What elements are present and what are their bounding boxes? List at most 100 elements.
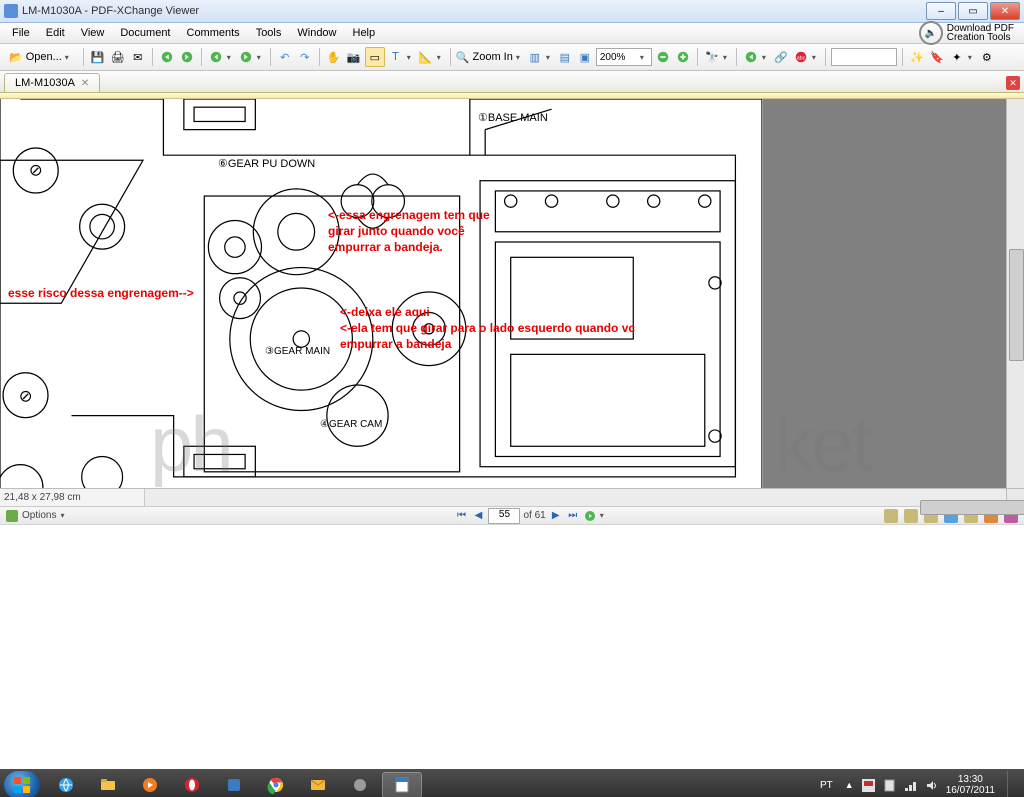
menu-edit[interactable]: Edit (38, 25, 73, 41)
show-desktop-button[interactable] (1007, 771, 1016, 797)
find-button[interactable]: 🔭 (703, 48, 721, 66)
tray-chevron-up-icon[interactable]: ▲ (845, 780, 854, 790)
zoom-out-round-button[interactable] (654, 48, 672, 66)
select-tool-button[interactable]: ▭ (365, 47, 385, 67)
action-center-icon[interactable] (883, 779, 896, 792)
page-number-input[interactable]: 55 (488, 508, 520, 524)
email-button[interactable]: ✉ (129, 48, 147, 66)
maximize-button[interactable]: ▭ (958, 2, 988, 20)
undo-button[interactable] (158, 48, 176, 66)
tool-d[interactable]: ⚙ (978, 48, 996, 66)
menu-comments[interactable]: Comments (179, 25, 248, 41)
hand-tool-button[interactable]: ✋ (325, 48, 343, 66)
tool-a[interactable]: ✨ (908, 48, 926, 66)
workspace: ⊘ ⊘ (0, 99, 1024, 488)
annotation-top: <-essa engrenagem tem que girar junto qu… (328, 207, 490, 255)
zoom-in-button[interactable]: 🔍 Zoom In ▾ (456, 51, 524, 64)
close-button[interactable]: ✕ (990, 2, 1020, 20)
chevron-down-icon[interactable]: ▾ (407, 53, 415, 62)
menu-window[interactable]: Window (289, 25, 344, 41)
page-view[interactable]: ⊘ ⊘ (0, 99, 763, 488)
taskbar-app-a[interactable] (214, 772, 254, 797)
menu-view[interactable]: View (73, 25, 113, 41)
window-buttons: – ▭ ✕ (926, 2, 1020, 20)
camera-icon: 📷 (347, 51, 361, 64)
actual-size-button[interactable]: ▤ (556, 48, 574, 66)
nav-round-button[interactable] (583, 509, 597, 523)
prev-view-button[interactable] (207, 48, 225, 66)
magnifier-plus-icon: 🔍 (456, 51, 470, 64)
separator (825, 48, 826, 66)
layout-single-icon[interactable] (884, 509, 898, 523)
open-button[interactable]: 📂 Open... ▾ (4, 46, 78, 68)
taskbar-app-b[interactable] (340, 772, 380, 797)
menu-tools[interactable]: Tools (248, 25, 290, 41)
abc-button[interactable]: abc (792, 48, 810, 66)
minimize-button[interactable]: – (926, 2, 956, 20)
chevron-down-icon[interactable]: ▾ (227, 53, 235, 62)
last-page-button[interactable]: ⏭ (566, 509, 580, 523)
flag-icon[interactable] (862, 779, 875, 792)
scrollbar-thumb[interactable] (1009, 249, 1024, 361)
taskbar-explorer[interactable] (88, 772, 128, 797)
layout-continuous-icon[interactable] (904, 509, 918, 523)
svg-text:⊘: ⊘ (19, 387, 33, 405)
prev-round-button[interactable] (742, 48, 760, 66)
next-view-button[interactable] (237, 48, 255, 66)
horizontal-scroll-row: 21,48 x 27,98 cm (0, 488, 1024, 506)
taskbar-ie[interactable] (46, 772, 86, 797)
close-tab-icon[interactable]: ✕ (81, 78, 89, 89)
zoom-in-round-button[interactable] (674, 48, 692, 66)
chevron-down-icon[interactable]: ▾ (546, 53, 554, 62)
language-indicator[interactable]: PT (816, 780, 837, 791)
taskbar-chrome[interactable] (256, 772, 296, 797)
label-gear-pu-down: ⑥GEAR PU DOWN (218, 157, 315, 170)
chevron-down-icon[interactable]: ▾ (437, 53, 445, 62)
taskbar-clock[interactable]: 13:30 16/07/2011 (946, 774, 995, 796)
tool-b[interactable]: 🔖 (928, 48, 946, 66)
options-button[interactable]: Options ▾ (0, 510, 74, 522)
chevron-down-icon[interactable]: ▾ (257, 53, 265, 62)
chevron-down-icon: ▾ (60, 511, 68, 520)
save-button[interactable]: 💾 (89, 48, 107, 66)
chevron-down-icon[interactable]: ▾ (812, 53, 820, 62)
snapshot-button[interactable]: 📷 (345, 48, 363, 66)
taskbar-pdfx[interactable] (382, 772, 422, 797)
taskbar-opera[interactable] (172, 772, 212, 797)
volume-icon[interactable] (925, 779, 938, 792)
chevron-down-icon[interactable]: ▾ (600, 511, 608, 520)
redo-button[interactable] (178, 48, 196, 66)
rotate-cw-button[interactable]: ↷ (296, 48, 314, 66)
close-all-tabs-button[interactable]: ✕ (1006, 76, 1020, 90)
tool-c[interactable]: ✦ (948, 48, 966, 66)
chevron-down-icon[interactable]: ▾ (762, 53, 770, 62)
prev-page-button[interactable]: ◀ (471, 509, 485, 523)
fit-page-button[interactable]: ▣ (576, 48, 594, 66)
menu-help[interactable]: Help (345, 25, 384, 41)
next-page-button[interactable]: ▶ (549, 509, 563, 523)
text-select-button[interactable]: Ꭲ (387, 48, 405, 66)
text-select-icon: Ꭲ (392, 51, 399, 64)
start-button[interactable] (4, 771, 40, 797)
print-button[interactable]: 🖨 (109, 48, 127, 66)
fit-width-button[interactable]: ▥ (526, 48, 544, 66)
document-tab[interactable]: LM-M1030A ✕ (4, 73, 100, 92)
annotation-left: esse risco dessa engrenagem--> (8, 285, 194, 301)
promo-download-pdf-tools[interactable]: 🔈 Download PDF Creation Tools (919, 21, 1020, 45)
taskbar-mail[interactable] (298, 772, 338, 797)
vertical-scrollbar[interactable] (1006, 99, 1024, 488)
scrollbar-thumb[interactable] (920, 500, 1024, 515)
app-icon (4, 4, 18, 18)
chevron-down-icon[interactable]: ▾ (968, 53, 976, 62)
menu-document[interactable]: Document (112, 25, 178, 41)
network-icon[interactable] (904, 779, 917, 792)
taskbar-wmp[interactable] (130, 772, 170, 797)
menu-file[interactable]: File (4, 25, 38, 41)
link-button[interactable]: 🔗 (772, 48, 790, 66)
measure-button[interactable]: 📐 (417, 48, 435, 66)
rotate-ccw-button[interactable]: ↶ (276, 48, 294, 66)
chevron-down-icon[interactable]: ▾ (723, 53, 731, 62)
first-page-button[interactable]: ⏮ (454, 509, 468, 523)
search-input[interactable] (831, 48, 897, 66)
zoom-select[interactable]: 200% ▾ (596, 48, 652, 66)
